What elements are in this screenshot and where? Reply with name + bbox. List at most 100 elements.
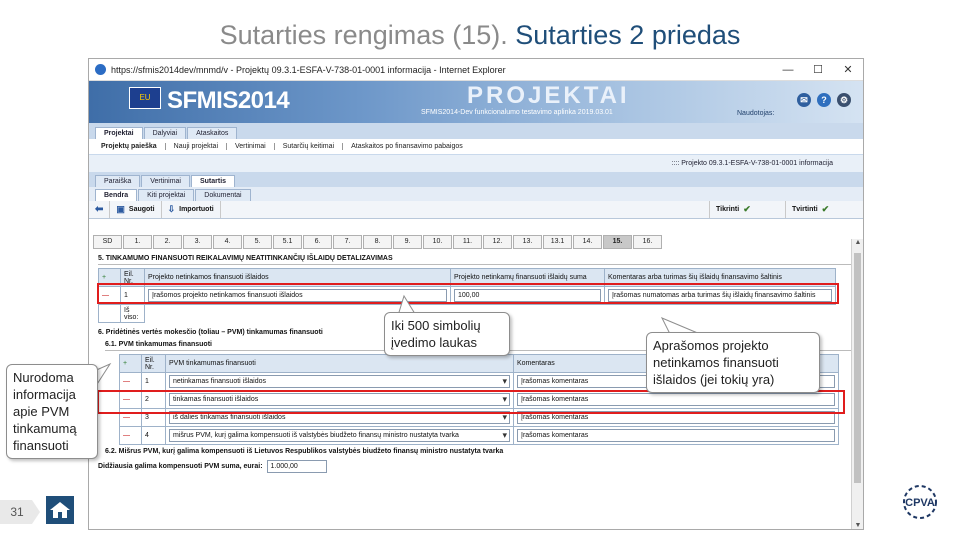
highlight-expense-row <box>97 283 839 304</box>
check-button[interactable]: Tikrinti ✔ <box>709 201 761 218</box>
cpva-logo-text: CPVA <box>905 497 935 509</box>
approve-icon: ✔ <box>821 204 830 214</box>
tab-projektai[interactable]: Projektai <box>95 127 143 139</box>
step-7[interactable]: 7. <box>333 235 362 249</box>
step-3[interactable]: 3. <box>183 235 212 249</box>
step-sd[interactable]: SD <box>93 235 122 249</box>
browser-title: https://sfmis2014dev/mnmd/v - Projektų 0… <box>111 64 506 75</box>
scroll-up-icon[interactable]: ▲ <box>852 239 863 246</box>
home-button[interactable] <box>46 496 74 524</box>
step-16[interactable]: 16. <box>633 235 662 249</box>
max-vat-label: Didžiausia galima kompensuoti PVM suma, … <box>98 463 263 470</box>
browser-titlebar: https://sfmis2014dev/mnmd/v - Projektų 0… <box>89 59 863 81</box>
step-4[interactable]: 4. <box>213 235 242 249</box>
table-row: — 4 mišrus PVM, kurį galima kompensuoti … <box>119 426 839 445</box>
menu-projektu-paieska[interactable]: Projektų paieška <box>93 143 166 150</box>
app-banner: EU SFMIS2014 PROJEKTAI SFMIS2014-Dev fun… <box>89 81 863 123</box>
help-icon[interactable]: ? <box>817 93 831 107</box>
max-vat-input[interactable]: 1.000,00 <box>266 460 327 473</box>
step-5-1[interactable]: 5.1 <box>273 235 302 249</box>
section62-heading: 6.2. Mišrus PVM, kurį galima kompensuoti… <box>105 448 504 455</box>
cpva-logo: CPVA <box>890 482 950 526</box>
app-logo: SFMIS2014 <box>167 87 290 114</box>
remove-row-button[interactable]: — <box>119 372 142 391</box>
minimize-button[interactable]: — <box>773 64 803 76</box>
gear-icon[interactable]: ⚙ <box>837 93 851 107</box>
ie-icon <box>95 64 106 75</box>
step-6[interactable]: 6. <box>303 235 332 249</box>
max-vat-row: Didžiausia galima kompensuoti PVM suma, … <box>98 460 859 473</box>
row-no: 1 <box>141 372 166 391</box>
eu-flag-icon: EU <box>129 87 161 109</box>
step-9[interactable]: 9. <box>393 235 422 249</box>
vat-cell: mišrus PVM, kurį galima kompensuoti iš v… <box>165 426 514 445</box>
tab-dalyviai[interactable]: Dalyviai <box>143 127 187 139</box>
vat-select[interactable]: netinkamas finansuoti išlaidos <box>169 375 510 388</box>
banner-subtitle: SFMIS2014-Dev funkcionalumo testavimo ap… <box>421 109 613 116</box>
slide: Sutarties rengimas (15). Sutarties 2 pri… <box>0 0 960 540</box>
menu-nauji-projektai[interactable]: Nauji projektai <box>166 143 227 150</box>
tab-ataskaitos[interactable]: Ataskaitos <box>187 127 238 139</box>
step-8[interactable]: 8. <box>363 235 392 249</box>
total-spacer <box>98 304 121 323</box>
highlight-vat-row <box>97 390 845 414</box>
menu-ataskaitos-po[interactable]: Ataskaitos po finansavimo pabaigos <box>343 143 471 150</box>
maximize-button[interactable]: ☐ <box>803 63 833 76</box>
import-icon: ⇩ <box>167 204 176 214</box>
vat-col-eligibility: PVM tinkamumas finansuoti <box>165 354 514 373</box>
menu-sutarciu-keitimai[interactable]: Sutarčių keitimai <box>275 143 344 150</box>
step-12[interactable]: 12. <box>483 235 512 249</box>
top-tabs: Projektai Dalyviai Ataskaitos <box>89 123 863 139</box>
close-button[interactable]: ✕ <box>833 63 863 76</box>
step-11[interactable]: 11. <box>453 235 482 249</box>
remove-row-button[interactable]: — <box>119 426 142 445</box>
row-no: 4 <box>141 426 166 445</box>
contract-tabs: Bendra Kiti projektai Dokumentai <box>89 187 863 201</box>
save-icon: ▣ <box>116 204 125 214</box>
check-icon: ✔ <box>743 204 751 214</box>
cpva-logo-mark: CPVA <box>903 485 937 519</box>
step-tabs: SD 1. 2. 3. 4. 5. 5.1 6. 7. 8. 9. 10. 11… <box>89 219 863 253</box>
mail-icon[interactable]: ✉ <box>797 93 811 107</box>
step-14[interactable]: 14. <box>573 235 602 249</box>
user-label: Naudotojas: <box>737 110 775 117</box>
callout-ineligible: Aprašomos projekto netinkamos finansuoti… <box>646 332 820 393</box>
step-13[interactable]: 13. <box>513 235 542 249</box>
total-empty-3 <box>605 305 836 323</box>
step-13-1[interactable]: 13.1 <box>543 235 572 249</box>
callout-vat: Nurodoma informacija apie PVM tinkamumą … <box>6 364 98 459</box>
slide-title-part2: Sutarties 2 priedas <box>515 20 741 50</box>
comment-cell: Įrašomas komentaras <box>513 426 839 445</box>
import-button[interactable]: ⇩ Importuoti <box>162 201 221 218</box>
save-button[interactable]: ▣ Saugoti <box>110 201 162 218</box>
vat-col-no: Eil. Nr. <box>141 354 166 373</box>
add-vat-row-button[interactable]: + <box>119 354 142 373</box>
step-2[interactable]: 2. <box>153 235 182 249</box>
project-tabs: Paraiška Vertinimai Sutartis <box>89 173 863 187</box>
tab-sutartis[interactable]: Sutartis <box>190 175 236 187</box>
scroll-down-icon[interactable]: ▼ <box>852 522 863 529</box>
comment-input[interactable]: Įrašomas komentaras <box>517 429 835 442</box>
toolbar: ⬅ ▣ Saugoti ⇩ Importuoti Tikrinti ✔ Tvirtin… <box>89 201 863 219</box>
tab-kiti-projektai[interactable]: Kiti projektai <box>138 189 195 201</box>
vat-select[interactable]: mišrus PVM, kurį galima kompensuoti iš v… <box>169 429 510 442</box>
callout-chars: Iki 500 simbolių įvedimo laukas <box>384 312 510 356</box>
slide-title: Sutarties rengimas (15). Sutarties 2 pri… <box>0 20 960 51</box>
scroll-thumb[interactable] <box>854 253 861 483</box>
vat-cell: netinkamas finansuoti išlaidos <box>165 372 514 391</box>
tab-paraiska[interactable]: Paraiška <box>95 175 141 187</box>
tab-bendra[interactable]: Bendra <box>95 189 138 201</box>
vertical-scrollbar[interactable]: ▲ ▼ <box>851 239 863 529</box>
step-5[interactable]: 5. <box>243 235 272 249</box>
tab-dokumentai[interactable]: Dokumentai <box>195 189 251 201</box>
step-1[interactable]: 1. <box>123 235 152 249</box>
step-10[interactable]: 10. <box>423 235 452 249</box>
back-arrow-icon[interactable]: ⬅ <box>89 201 111 218</box>
menu-vertinimai[interactable]: Vertinimai <box>227 143 275 150</box>
slide-title-part1: Sutarties rengimas (15). <box>219 20 516 50</box>
approve-button[interactable]: Tvirtinti ✔ <box>785 201 839 218</box>
step-15[interactable]: 15. <box>603 235 632 249</box>
tab-vertinimai[interactable]: Vertinimai <box>141 175 190 187</box>
page-number: 31 <box>0 500 40 524</box>
total-label: Iš viso: <box>120 304 145 323</box>
